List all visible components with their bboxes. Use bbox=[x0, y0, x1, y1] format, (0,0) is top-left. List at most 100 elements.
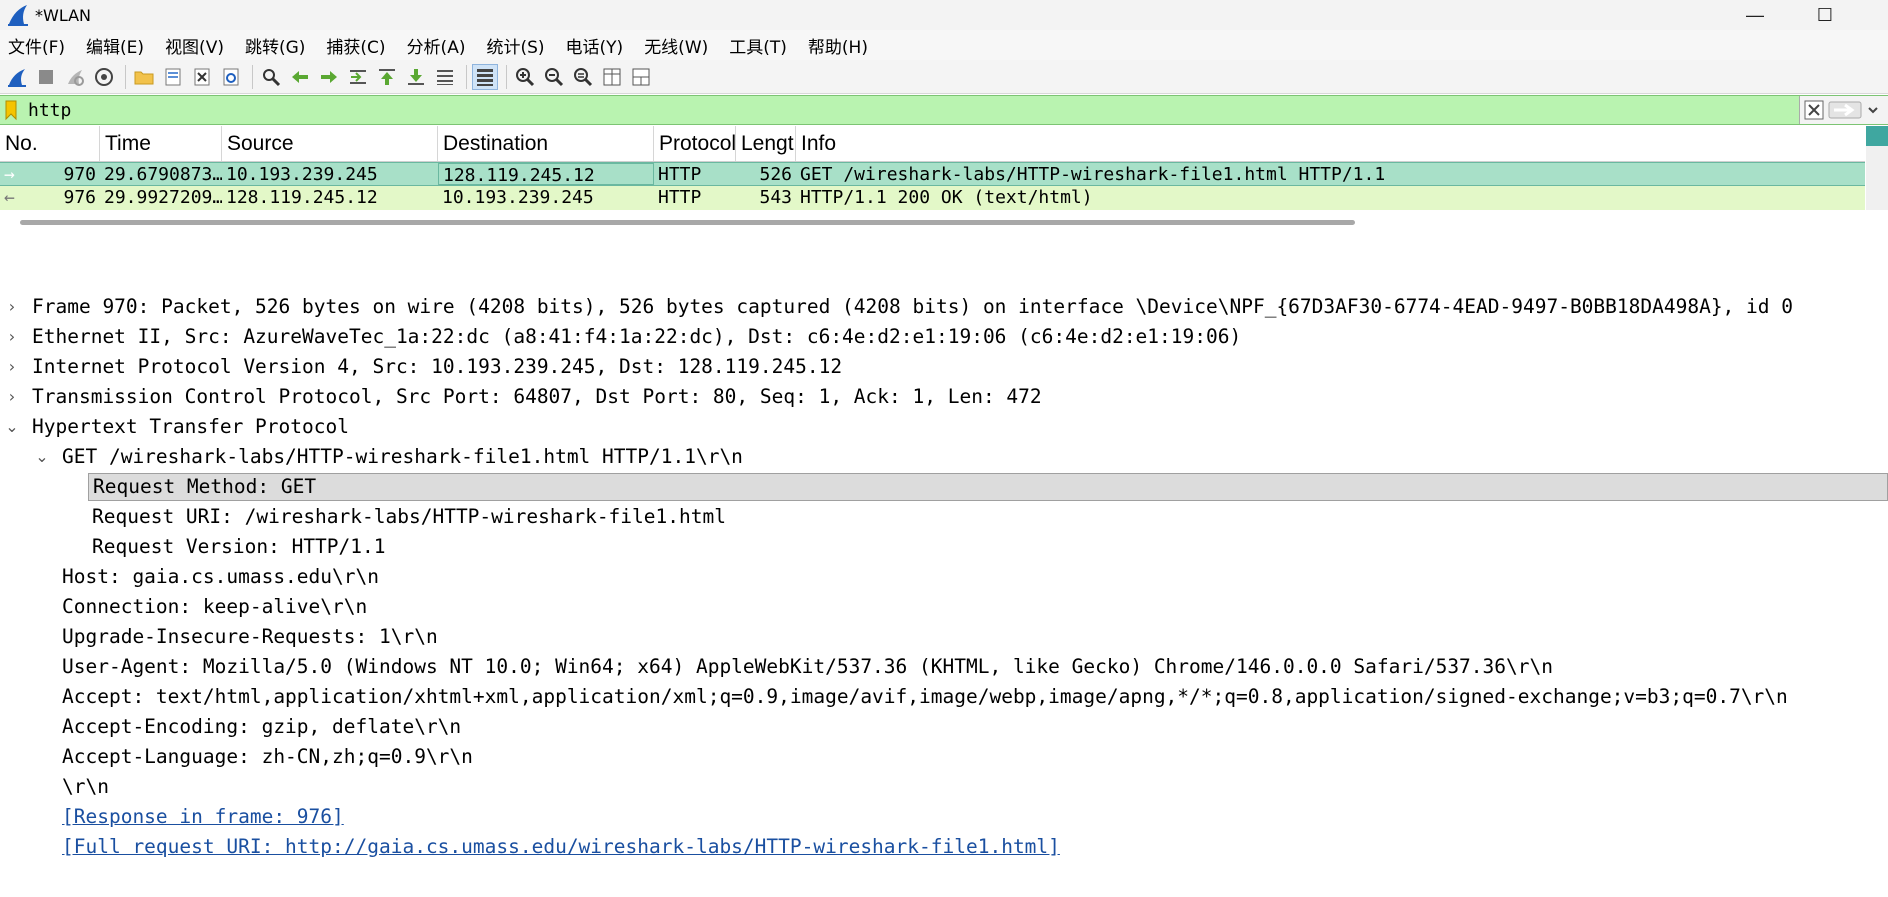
tree-item-upgrade-insecure[interactable]: Upgrade-Insecure-Requests: 1\r\n bbox=[0, 622, 1888, 652]
window-title: *WLAN bbox=[35, 5, 92, 25]
response-in-frame-link[interactable]: [Response in frame: 976] bbox=[62, 802, 344, 832]
tree-item-connection[interactable]: Connection: keep-alive\r\n bbox=[0, 592, 1888, 622]
tree-item-host[interactable]: Host: gaia.cs.umass.edu\r\n bbox=[0, 562, 1888, 592]
menu-wireless[interactable]: 无线(W) bbox=[644, 33, 708, 58]
table-row[interactable]: ← 976 29.9927209… 128.119.245.12 10.193.… bbox=[0, 186, 1865, 210]
tree-item-frame[interactable]: › Frame 970: Packet, 526 bytes on wire (4… bbox=[0, 292, 1888, 322]
column-time[interactable]: Time bbox=[100, 126, 222, 161]
chevron-right-icon[interactable]: › bbox=[4, 322, 20, 352]
zoom-out-icon[interactable] bbox=[541, 64, 567, 90]
tree-item-request-method[interactable]: Request Method: GET bbox=[0, 472, 1888, 502]
tree-item-accept-encoding[interactable]: Accept-Encoding: gzip, deflate\r\n bbox=[0, 712, 1888, 742]
tree-item-accept-language[interactable]: Accept-Language: zh-CN,zh;q=0.9\r\n bbox=[0, 742, 1888, 772]
cell-time: 29.6790873… bbox=[104, 164, 222, 185]
direction-arrow-icon: → bbox=[4, 164, 15, 185]
column-source[interactable]: Source bbox=[222, 126, 438, 161]
menu-edit[interactable]: 编辑(E) bbox=[86, 33, 144, 58]
chevron-down-icon[interactable] bbox=[1866, 99, 1880, 121]
bookmark-icon[interactable] bbox=[0, 97, 22, 123]
tree-item-label: Frame 970: Packet, 526 bytes on wire (42… bbox=[32, 295, 1793, 318]
packet-list-vertical-scrollbar[interactable] bbox=[1866, 126, 1888, 210]
restart-capture-icon[interactable] bbox=[62, 64, 88, 90]
apply-arrow-icon[interactable] bbox=[1828, 99, 1862, 121]
go-back-icon[interactable] bbox=[287, 64, 313, 90]
cell-no: 976 bbox=[63, 187, 96, 208]
scrollbar-thumb[interactable] bbox=[1866, 126, 1888, 146]
full-request-uri-link[interactable]: [Full request URI: http://gaia.cs.umass.… bbox=[62, 832, 1060, 862]
tree-item-crlf[interactable]: \r\n bbox=[0, 772, 1888, 802]
display-filter-input[interactable] bbox=[22, 97, 1799, 123]
chevron-right-icon[interactable]: › bbox=[4, 292, 20, 322]
zoom-in-icon[interactable] bbox=[512, 64, 538, 90]
menu-telephony[interactable]: 电话(Y) bbox=[566, 33, 624, 58]
clear-icon[interactable] bbox=[1804, 99, 1824, 121]
tree-item-ipv4[interactable]: › Internet Protocol Version 4, Src: 10.19… bbox=[0, 352, 1888, 382]
tree-item-label: Host: gaia.cs.umass.edu\r\n bbox=[62, 565, 379, 588]
tree-item-label: Accept-Encoding: gzip, deflate\r\n bbox=[62, 715, 462, 738]
maximize-icon: ☐ bbox=[1816, 4, 1834, 25]
cell-info: GET /wireshark-labs/HTTP-wireshark-file1… bbox=[800, 164, 1386, 185]
table-row[interactable]: → 970 29.6790873… 10.193.239.245 128.119… bbox=[0, 162, 1865, 186]
colorize-icon[interactable] bbox=[472, 63, 498, 90]
cell-protocol: HTTP bbox=[658, 164, 702, 185]
tree-item-label: Request URI: /wireshark-labs/HTTP-wiresh… bbox=[92, 505, 726, 528]
chevron-down-icon[interactable]: ⌄ bbox=[4, 412, 20, 442]
go-last-icon[interactable] bbox=[403, 64, 429, 90]
maximize-button[interactable]: ☐ bbox=[1797, 0, 1853, 30]
menu-file[interactable]: 文件(F) bbox=[8, 33, 65, 58]
cell-time: 29.9927209… bbox=[104, 187, 222, 208]
menu-tools[interactable]: 工具(T) bbox=[729, 33, 787, 58]
tree-item-response-link[interactable]: [Response in frame: 976] bbox=[0, 802, 1888, 832]
tree-item-label: Transmission Control Protocol, Src Port:… bbox=[32, 385, 1042, 408]
layout-icon[interactable] bbox=[628, 64, 654, 90]
column-no[interactable]: No. bbox=[0, 126, 100, 161]
column-destination[interactable]: Destination bbox=[438, 126, 654, 161]
menu-analyze[interactable]: 分析(A) bbox=[407, 33, 466, 58]
tree-item-label: Accept-Language: zh-CN,zh;q=0.9\r\n bbox=[62, 745, 473, 768]
tree-item-ethernet[interactable]: › Ethernet II, Src: AzureWaveTec_1a:22:dc… bbox=[0, 322, 1888, 352]
tree-item-label: Request Version: HTTP/1.1 bbox=[92, 535, 386, 558]
chevron-down-icon[interactable]: ⌄ bbox=[34, 442, 50, 472]
find-packet-icon[interactable] bbox=[258, 64, 284, 90]
tree-item-label: Accept: text/html,application/xhtml+xml,… bbox=[62, 685, 1788, 708]
capture-options-icon[interactable] bbox=[91, 64, 117, 90]
go-forward-icon[interactable] bbox=[316, 64, 342, 90]
go-to-packet-icon[interactable] bbox=[345, 64, 371, 90]
menu-go[interactable]: 跳转(G) bbox=[245, 33, 305, 58]
menu-help[interactable]: 帮助(H) bbox=[808, 33, 868, 58]
tree-item-label: Ethernet II, Src: AzureWaveTec_1a:22:dc … bbox=[32, 325, 1242, 348]
tree-item-accept[interactable]: Accept: text/html,application/xhtml+xml,… bbox=[0, 682, 1888, 712]
packet-list-horizontal-scrollbar[interactable] bbox=[20, 220, 1355, 225]
auto-scroll-icon[interactable] bbox=[432, 64, 458, 90]
chevron-right-icon[interactable]: › bbox=[4, 352, 20, 382]
stop-capture-icon[interactable] bbox=[33, 64, 59, 90]
zoom-normal-icon[interactable] bbox=[570, 64, 596, 90]
go-first-icon[interactable] bbox=[374, 64, 400, 90]
menu-view[interactable]: 视图(V) bbox=[165, 33, 224, 58]
menu-capture[interactable]: 捕获(C) bbox=[326, 33, 385, 58]
cell-length: 526 bbox=[759, 164, 792, 185]
cell-destination: 10.193.239.245 bbox=[442, 187, 594, 208]
title-bar: *WLAN — ☐ bbox=[0, 0, 1888, 30]
tree-item-request-line[interactable]: ⌄ GET /wireshark-labs/HTTP-wireshark-file… bbox=[0, 442, 1888, 472]
resize-columns-icon[interactable] bbox=[599, 64, 625, 90]
save-file-icon[interactable] bbox=[160, 64, 186, 90]
tree-item-request-version[interactable]: Request Version: HTTP/1.1 bbox=[0, 532, 1888, 562]
column-protocol[interactable]: Protocol bbox=[654, 126, 736, 161]
chevron-right-icon[interactable]: › bbox=[4, 382, 20, 412]
tree-item-http[interactable]: ⌄ Hypertext Transfer Protocol bbox=[0, 412, 1888, 442]
packet-details-tree: › Frame 970: Packet, 526 bytes on wire (4… bbox=[0, 292, 1888, 862]
tree-item-tcp[interactable]: › Transmission Control Protocol, Src Port… bbox=[0, 382, 1888, 412]
column-length[interactable]: Lengt bbox=[736, 126, 796, 161]
column-info[interactable]: Info bbox=[796, 126, 1865, 161]
tree-item-full-uri[interactable]: [Full request URI: http://gaia.cs.umass.… bbox=[0, 832, 1888, 862]
menu-statistics[interactable]: 统计(S) bbox=[486, 33, 544, 58]
open-file-icon[interactable] bbox=[131, 64, 157, 90]
reload-file-icon[interactable] bbox=[218, 64, 244, 90]
tree-item-user-agent[interactable]: User-Agent: Mozilla/5.0 (Windows NT 10.0… bbox=[0, 652, 1888, 682]
shark-fin-start-icon[interactable] bbox=[4, 64, 30, 90]
minimize-button[interactable]: — bbox=[1727, 0, 1783, 30]
tree-item-request-uri[interactable]: Request URI: /wireshark-labs/HTTP-wiresh… bbox=[0, 502, 1888, 532]
close-file-icon[interactable] bbox=[189, 64, 215, 90]
tree-item-label: \r\n bbox=[62, 775, 109, 798]
